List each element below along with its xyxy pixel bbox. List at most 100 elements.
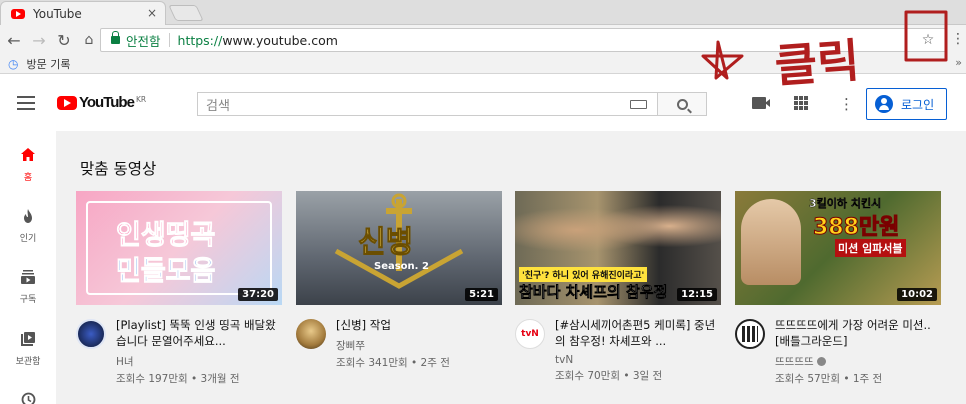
main-feed: 맞춤 동영상 인생띵곡 민들모음 37:20 [Playlist] 뚝뚝 인생 …	[56, 131, 966, 404]
browser-menu-icon[interactable]: ⋮	[951, 31, 965, 47]
sidebar-item-subscriptions[interactable]: 구독	[0, 269, 56, 305]
video-card[interactable]: 3킬이하 치킨시 388만원 미션 임파서블 10:02 뜨뜨뜨뜨에게 가장 어…	[735, 191, 941, 385]
video-duration: 37:20	[238, 288, 278, 301]
search-button[interactable]	[657, 92, 707, 116]
upload-video-icon[interactable]	[752, 97, 770, 109]
sidebar-item-trending[interactable]: 인기	[0, 208, 56, 244]
video-title[interactable]: 뜨뜨뜨뜨에게 가장 어려운 미션.. [배틀그라운드]	[775, 317, 945, 349]
video-thumbnail[interactable]: 인생띵곡 민들모음 37:20	[76, 191, 282, 305]
video-stats: 조회수 57만회 • 1주 전	[775, 373, 883, 385]
youtube-logo[interactable]: YouTube KR	[57, 94, 147, 111]
video-thumbnail[interactable]: '친구'? 하니 있어 유해진이라고' 참바다 차셰프의 참우정 12:15	[515, 191, 721, 305]
browser-toolbar: ← → ↻ ⌂ 안전함 https:// www.youtube.com	[0, 25, 966, 55]
tab-strip: YouTube ×	[0, 0, 966, 26]
account-icon	[875, 95, 893, 113]
library-icon	[21, 332, 35, 346]
fire-icon	[24, 209, 32, 223]
sidebar-item-label: 구독	[19, 295, 37, 305]
youtube-favicon-icon	[11, 9, 25, 19]
video-thumbnail[interactable]: 신병 Season. 2 5:21	[296, 191, 502, 305]
thumbnail-text: 인생띵곡	[115, 220, 216, 252]
sidebar-item-library[interactable]: 보관함	[0, 331, 56, 367]
country-code: KR	[135, 95, 147, 104]
channel-avatar[interactable]	[735, 319, 765, 349]
thumbnail-text: 미션 임파서블	[835, 239, 906, 257]
keyboard-icon[interactable]	[630, 100, 647, 109]
thumbnail-text: 참바다 차셰프의 참우정	[519, 283, 668, 302]
home-icon	[21, 148, 35, 161]
search-icon	[676, 98, 688, 110]
video-card[interactable]: 인생띵곡 민들모음 37:20 [Playlist] 뚝뚝 인생 띵곡 배달왔습…	[76, 191, 282, 385]
reload-icon[interactable]: ↻	[53, 29, 75, 51]
video-stats: 조회수 70만회 • 3일 전	[555, 370, 663, 382]
bookmark-history[interactable]: 방문 기록	[26, 56, 70, 72]
secure-label: 안전함	[126, 33, 161, 49]
video-meta: [#삼시세끼어촌편5 케미록] 중년의 참우정! 차셰프와 ... tvN 조회…	[555, 317, 725, 383]
section-title: 맞춤 동영상	[80, 160, 157, 178]
video-duration: 12:15	[677, 288, 717, 301]
thumbnail-text: 388만원	[812, 215, 900, 241]
video-duration: 5:21	[465, 288, 498, 301]
forward-arrow-icon[interactable]: →	[28, 29, 50, 51]
address-divider	[168, 33, 170, 47]
channel-name[interactable]: 장삐쭈	[336, 338, 506, 353]
youtube-header: YouTube KR 검색 ⋮ 로그인	[0, 75, 966, 131]
login-button[interactable]: 로그인	[866, 88, 947, 120]
thumbnail-text: Season. 2	[374, 261, 429, 272]
thumbnail-text: 신병	[357, 225, 414, 261]
video-title[interactable]: [#삼시세끼어촌편5 케미록] 중년의 참우정! 차셰프와 ...	[555, 317, 725, 349]
channel-avatar[interactable]: tvN	[515, 319, 545, 349]
verified-check-icon	[816, 357, 826, 366]
history-clock-icon: ◷	[8, 57, 19, 71]
video-meta: [신병] 작업 장삐쭈 조회수 341만회 • 2주 전	[336, 317, 506, 370]
url-scheme: https://	[177, 32, 223, 48]
thumbnail-text: 민들모음	[115, 256, 216, 288]
channel-name[interactable]: tvN	[555, 354, 725, 366]
bookmarks-bar: ◷ 방문 기록 »	[0, 55, 966, 74]
tab-title: YouTube	[33, 7, 82, 21]
sidebar-item-label: 홈	[23, 173, 33, 183]
video-stats: 조회수 197만회 • 3개월 전	[116, 373, 240, 385]
logo-wordmark: YouTube	[79, 94, 135, 111]
thumbnail-text: '친구'? 하니 있어 유해진이라고'	[519, 267, 648, 282]
back-arrow-icon[interactable]: ←	[3, 29, 25, 51]
lock-icon	[111, 31, 120, 44]
video-thumbnail[interactable]: 3킬이하 치킨시 388만원 미션 임파서블 10:02	[735, 191, 941, 305]
new-tab-button[interactable]	[168, 5, 204, 21]
hamburger-menu-icon[interactable]	[17, 96, 35, 110]
bookmarks-overflow[interactable]: »	[955, 56, 962, 69]
channel-avatar[interactable]	[76, 319, 106, 349]
video-meta: [Playlist] 뚝뚝 인생 띵곡 배달왔습니다 문열어주세요... H녀 …	[116, 317, 286, 386]
video-duration: 10:02	[897, 288, 937, 301]
sidebar-item-label: 보관함	[15, 357, 41, 367]
history-icon	[21, 392, 36, 404]
tab-close-icon[interactable]: ×	[147, 6, 157, 20]
sidebar-item-home[interactable]: 홈	[0, 147, 56, 183]
channel-name[interactable]: H녀	[116, 354, 286, 369]
channel-name[interactable]: 뜨뜨뜨뜨	[775, 354, 945, 369]
video-title[interactable]: [신병] 작업	[336, 317, 506, 333]
settings-dots-icon[interactable]: ⋮	[839, 95, 854, 113]
browser-tab[interactable]: YouTube ×	[0, 1, 166, 26]
apps-grid-icon[interactable]	[794, 96, 808, 110]
subscriptions-icon	[21, 270, 35, 284]
url-host: www.youtube.com	[222, 32, 338, 48]
video-title[interactable]: [Playlist] 뚝뚝 인생 띵곡 배달왔습니다 문열어주세요...	[116, 317, 286, 349]
search-placeholder: 검색	[206, 98, 230, 114]
screen: YouTube × ← → ↻ ⌂ 안전함 https:// www.youtu…	[0, 0, 966, 404]
login-label: 로그인	[901, 97, 935, 112]
bookmark-star-icon[interactable]: ☆	[918, 30, 938, 50]
sidebar-item-label: 인기	[19, 234, 37, 244]
video-card[interactable]: '친구'? 하니 있어 유해진이라고' 참바다 차셰프의 참우정 12:15 t…	[515, 191, 721, 382]
video-stats: 조회수 341만회 • 2주 전	[336, 357, 450, 369]
home-icon[interactable]: ⌂	[78, 29, 100, 51]
search-input[interactable]: 검색	[197, 92, 657, 116]
channel-name-text: 뜨뜨뜨뜨	[775, 356, 814, 368]
video-card[interactable]: 신병 Season. 2 5:21 [신병] 작업 장삐쭈 조회수 341만회 …	[296, 191, 502, 369]
channel-avatar[interactable]	[296, 319, 326, 349]
guide-sidebar: 홈 인기 구독 보관함	[0, 131, 56, 404]
sidebar-item-history[interactable]	[0, 391, 56, 404]
video-meta: 뜨뜨뜨뜨에게 가장 어려운 미션.. [배틀그라운드] 뜨뜨뜨뜨 조회수 57만…	[775, 317, 945, 386]
youtube-play-icon	[57, 96, 77, 110]
address-bar[interactable]: 안전함 https:// www.youtube.com	[100, 28, 946, 52]
